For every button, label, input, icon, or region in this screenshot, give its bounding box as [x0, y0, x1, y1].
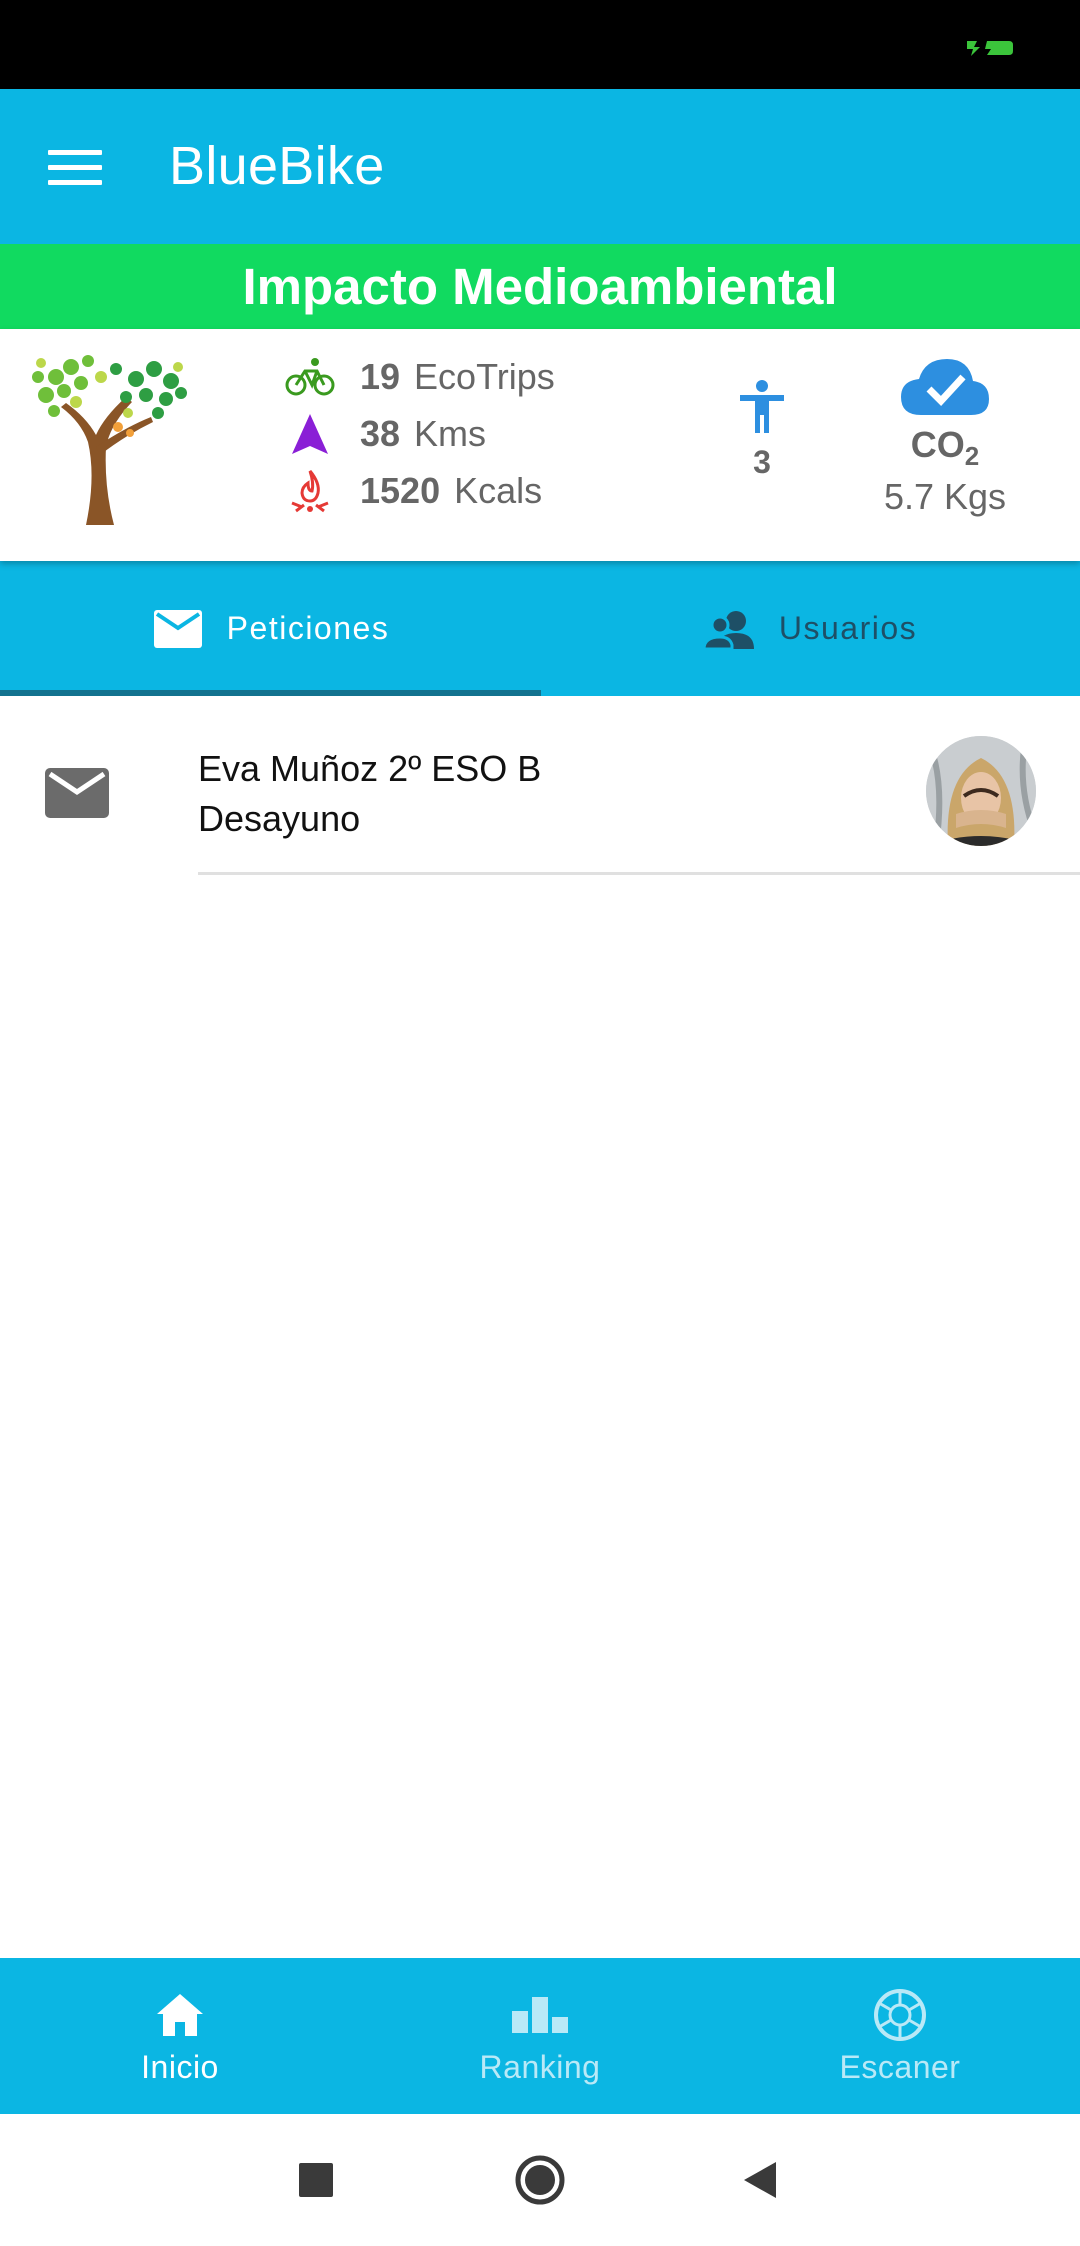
- request-list-item[interactable]: Eva Muñoz 2º ESO B Desayuno: [0, 696, 1080, 875]
- users-icon: [703, 607, 757, 651]
- tab-usuarios[interactable]: Usuarios: [540, 561, 1080, 696]
- nav-inicio[interactable]: Inicio: [0, 1958, 360, 2114]
- tab-bar: Peticiones Usuarios: [0, 561, 1080, 696]
- hamburger-menu-icon: [48, 150, 102, 185]
- mail-icon: [151, 607, 205, 651]
- nav-escaner[interactable]: Escaner: [720, 1958, 1080, 2114]
- person-icon: [740, 380, 784, 433]
- co2-label: CO2: [910, 424, 980, 472]
- nav-ranking[interactable]: Ranking: [360, 1958, 720, 2114]
- menu-button[interactable]: [30, 129, 120, 207]
- circle-icon: [515, 2155, 565, 2205]
- nav-escaner-label: Escaner: [839, 2048, 961, 2085]
- stats-panel: 19 EcoTrips 38 Kms 1520 Kcals 3 CO2 5.7 …: [0, 329, 1080, 561]
- system-navigation-bar: [0, 2114, 1080, 2246]
- nav-ranking-label: Ranking: [479, 2048, 601, 2085]
- screen: BlueBike Impacto Medioambiental 19 EcoTr…: [0, 0, 1080, 2246]
- navigation-arrow-icon: [282, 409, 338, 459]
- tab-usuarios-label: Usuarios: [778, 610, 918, 646]
- impact-banner: Impacto Medioambiental: [0, 244, 1080, 329]
- square-icon: [299, 2163, 333, 2197]
- request-subtitle: Desayuno: [198, 798, 361, 839]
- avatar[interactable]: [926, 736, 1036, 846]
- home-icon: [152, 1987, 208, 2043]
- cloud-check-icon: [901, 359, 989, 415]
- mail-icon: [45, 768, 109, 818]
- back-triangle-icon: [744, 2162, 776, 2198]
- nav-inicio-label: Inicio: [141, 2048, 219, 2085]
- list-divider: [198, 872, 1080, 875]
- co2-saved: CO2 5.7 Kgs: [870, 357, 1020, 518]
- distance-unit: Kms: [414, 413, 487, 454]
- back-button[interactable]: [730, 2150, 790, 2210]
- ranking-icon: [512, 1987, 568, 2043]
- calories-value: 1520: [360, 470, 441, 511]
- stat-trips: 19 EcoTrips: [282, 349, 555, 405]
- bottom-navigation: Inicio Ranking Escaner: [0, 1958, 1080, 2114]
- co2-value: 5.7 Kgs: [883, 476, 1007, 518]
- tree-logo-icon: [32, 355, 187, 525]
- people-value: 3: [753, 444, 771, 480]
- tab-peticiones-label: Peticiones: [226, 610, 390, 646]
- trips-unit: EcoTrips: [414, 356, 555, 397]
- recent-apps-button[interactable]: [286, 2150, 346, 2210]
- bicycle-icon: [282, 352, 338, 402]
- request-title: Eva Muñoz 2º ESO B: [198, 748, 542, 789]
- battery-charging-icon: [967, 41, 1013, 56]
- tab-peticiones[interactable]: Peticiones: [0, 561, 541, 696]
- impact-banner-title: Impacto Medioambiental: [242, 258, 838, 315]
- request-text: Eva Muñoz 2º ESO B Desayuno: [198, 744, 541, 844]
- stat-calories: 1520 Kcals: [282, 463, 542, 519]
- camera-shutter-icon: [872, 1987, 928, 2043]
- people-count: 3: [730, 379, 794, 481]
- fire-icon: [282, 466, 338, 516]
- status-bar: [0, 0, 1080, 89]
- app-bar: BlueBike: [0, 89, 1080, 244]
- trips-value: 19: [360, 356, 401, 397]
- calories-unit: Kcals: [454, 470, 543, 511]
- stat-distance: 38 Kms: [282, 406, 486, 462]
- distance-value: 38: [360, 413, 401, 454]
- home-system-button[interactable]: [510, 2150, 570, 2210]
- app-title: BlueBike: [169, 136, 385, 196]
